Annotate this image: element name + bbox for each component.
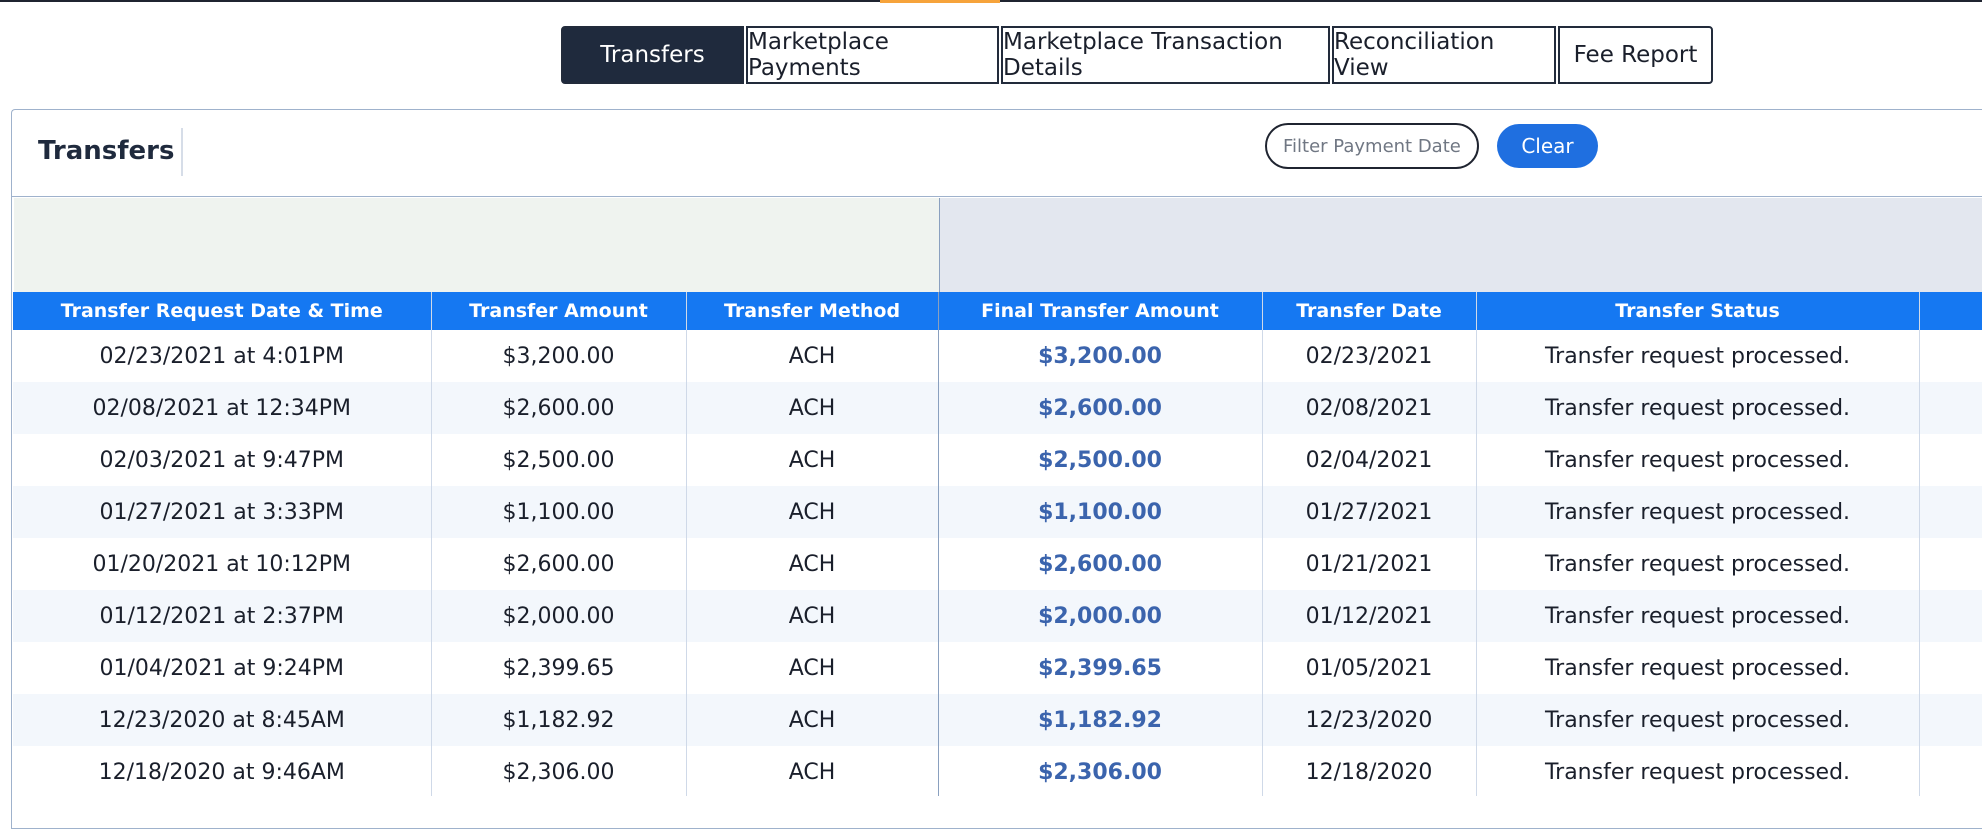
cell-transfer-amount: $2,399.65 [431,642,687,694]
cell-final-transfer-amount: $2,600.00 [938,538,1263,590]
table-row: 01/12/2021 at 2:37PM $2,000.00 ACH $2,00… [13,590,1982,642]
cell-final-transfer-amount: $2,306.00 [938,746,1263,796]
table-row: 01/20/2021 at 10:12PM $2,600.00 ACH $2,6… [13,538,1982,590]
cell-transfer-amount: $2,600.00 [431,382,687,434]
table-row: 02/03/2021 at 9:47PM $2,500.00 ACH $2,50… [13,434,1982,486]
column-header-transfer-amount[interactable]: Transfer Amount [431,292,687,330]
cell-extra [1919,486,1982,538]
cell-transfer-method: ACH [686,694,939,746]
cell-transfer-date: 02/08/2021 [1262,382,1477,434]
transfers-table: Transfer Request Date & Time Transfer Am… [13,292,1982,796]
cell-transfer-method: ACH [686,486,939,538]
cell-extra [1919,746,1982,796]
cell-transfer-status: Transfer request processed. [1476,486,1920,538]
table-row: 02/23/2021 at 4:01PM $3,200.00 ACH $3,20… [13,330,1982,382]
table-row: 01/27/2021 at 3:33PM $1,100.00 ACH $1,10… [13,486,1982,538]
cell-request-date: 12/18/2020 at 9:46AM [13,746,432,796]
cell-extra [1919,642,1982,694]
cell-transfer-method: ACH [686,434,939,486]
header-divider [181,128,183,176]
tab-reconciliation-view[interactable]: Reconciliation View [1332,26,1556,84]
column-header-final-transfer-amount[interactable]: Final Transfer Amount [938,292,1263,330]
cell-transfer-status: Transfer request processed. [1476,434,1920,486]
column-header-request-date[interactable]: Transfer Request Date & Time [13,292,432,330]
transfers-table-container: Transfer Request Date & Time Transfer Am… [13,292,1982,796]
cell-transfer-status: Transfer request processed. [1476,382,1920,434]
tab-fee-report[interactable]: Fee Report [1558,26,1713,84]
cell-request-date: 01/20/2021 at 10:12PM [13,538,432,590]
cell-extra [1919,538,1982,590]
cell-request-date: 02/23/2021 at 4:01PM [13,330,432,382]
clear-button[interactable]: Clear [1497,124,1598,168]
cell-final-transfer-amount: $1,182.92 [938,694,1263,746]
column-header-transfer-status[interactable]: Transfer Status [1476,292,1920,330]
column-header-extra [1919,292,1982,330]
cell-extra [1919,382,1982,434]
tab-transfers[interactable]: Transfers [561,26,744,84]
cell-transfer-amount: $2,306.00 [431,746,687,796]
cell-transfer-method: ACH [686,590,939,642]
cell-transfer-method: ACH [686,746,939,796]
cell-request-date: 01/12/2021 at 2:37PM [13,590,432,642]
cell-extra [1919,590,1982,642]
cell-transfer-method: ACH [686,538,939,590]
cell-transfer-status: Transfer request processed. [1476,590,1920,642]
cell-transfer-amount: $2,500.00 [431,434,687,486]
cell-transfer-date: 02/04/2021 [1262,434,1477,486]
filter-band-left [14,198,939,293]
cell-transfer-status: Transfer request processed. [1476,538,1920,590]
cell-transfer-method: ACH [686,330,939,382]
table-row: 02/08/2021 at 12:34PM $2,600.00 ACH $2,6… [13,382,1982,434]
report-tabs: Transfers Marketplace Payments Marketpla… [561,26,1715,84]
cell-final-transfer-amount: $2,500.00 [938,434,1263,486]
cell-transfer-amount: $3,200.00 [431,330,687,382]
cell-request-date: 01/04/2021 at 9:24PM [13,642,432,694]
cell-extra [1919,694,1982,746]
cell-extra [1919,434,1982,486]
cell-transfer-status: Transfer request processed. [1476,746,1920,796]
cell-final-transfer-amount: $3,200.00 [938,330,1263,382]
cell-request-date: 02/08/2021 at 12:34PM [13,382,432,434]
cell-transfer-date: 12/18/2020 [1262,746,1477,796]
cell-transfer-status: Transfer request processed. [1476,642,1920,694]
panel-title: Transfers [38,136,175,166]
cell-transfer-amount: $2,600.00 [431,538,687,590]
filter-band-right [939,198,1982,293]
cell-transfer-method: ACH [686,382,939,434]
cell-transfer-date: 02/23/2021 [1262,330,1477,382]
cell-transfer-status: Transfer request processed. [1476,330,1920,382]
tab-marketplace-transaction-details[interactable]: Marketplace Transaction Details [1001,26,1330,84]
column-header-transfer-method[interactable]: Transfer Method [686,292,939,330]
cell-transfer-date: 01/27/2021 [1262,486,1477,538]
column-header-transfer-date[interactable]: Transfer Date [1262,292,1477,330]
cell-transfer-date: 01/05/2021 [1262,642,1477,694]
cell-request-date: 02/03/2021 at 9:47PM [13,434,432,486]
cell-transfer-date: 01/21/2021 [1262,538,1477,590]
table-row: 12/23/2020 at 8:45AM $1,182.92 ACH $1,18… [13,694,1982,746]
cell-transfer-amount: $1,182.92 [431,694,687,746]
top-accent-bar [880,0,1000,3]
cell-final-transfer-amount: $2,600.00 [938,382,1263,434]
cell-transfer-method: ACH [686,642,939,694]
filter-payment-date-input[interactable] [1265,123,1479,169]
cell-transfer-status: Transfer request processed. [1476,694,1920,746]
cell-transfer-date: 12/23/2020 [1262,694,1477,746]
cell-extra [1919,330,1982,382]
cell-transfer-amount: $1,100.00 [431,486,687,538]
cell-final-transfer-amount: $1,100.00 [938,486,1263,538]
cell-transfer-date: 01/12/2021 [1262,590,1477,642]
cell-final-transfer-amount: $2,399.65 [938,642,1263,694]
table-header-row: Transfer Request Date & Time Transfer Am… [13,292,1982,330]
cell-request-date: 12/23/2020 at 8:45AM [13,694,432,746]
tab-marketplace-payments[interactable]: Marketplace Payments [746,26,999,84]
table-row: 01/04/2021 at 9:24PM $2,399.65 ACH $2,39… [13,642,1982,694]
cell-final-transfer-amount: $2,000.00 [938,590,1263,642]
cell-request-date: 01/27/2021 at 3:33PM [13,486,432,538]
table-row: 12/18/2020 at 9:46AM $2,306.00 ACH $2,30… [13,746,1982,796]
cell-transfer-amount: $2,000.00 [431,590,687,642]
panel-header: Transfers [12,110,1982,197]
